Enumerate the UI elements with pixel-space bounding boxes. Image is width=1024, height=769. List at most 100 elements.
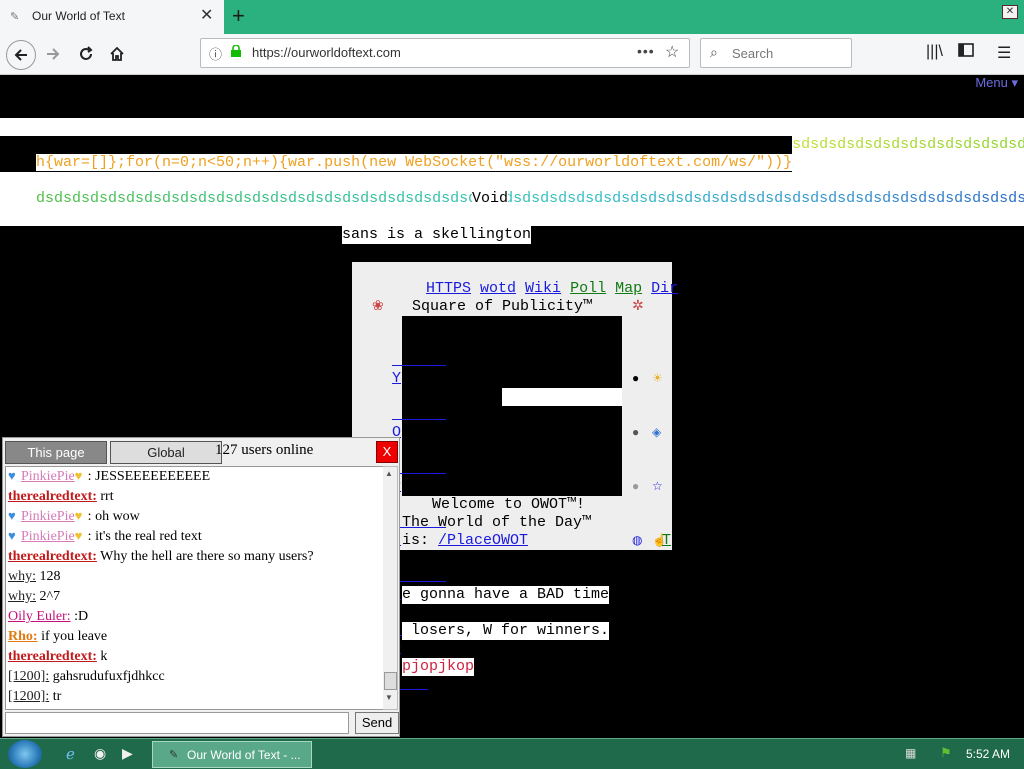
chat-message-text: 128 xyxy=(39,569,61,584)
welcome-line: Welcome to OWOT™! xyxy=(432,496,586,513)
scroll-up-icon[interactable]: ▲ xyxy=(385,469,393,478)
search-placeholder: Search xyxy=(732,46,774,61)
send-button[interactable]: Send xyxy=(355,712,399,734)
reload-button[interactable] xyxy=(72,40,100,68)
chat-nickname[interactable]: PinkiePie xyxy=(21,529,75,544)
hamburger-menu-icon[interactable]: ☰ xyxy=(997,43,1011,63)
search-input[interactable]: ⌕ Search xyxy=(700,38,852,68)
users-online-count: 127 users online xyxy=(215,442,314,458)
ds-line-bottom: dsdsdsdsdsdsdsdsdsdsdsdsdsdsdsdsdsdsdsds… xyxy=(0,172,1024,226)
chat-nickname[interactable]: therealredtext: xyxy=(8,549,97,564)
yellow-heart-icon: ♥ xyxy=(74,528,83,543)
letter-link[interactable]: O xyxy=(392,424,446,442)
navigation-toolbar: ⓘ https://ourworldoftext.com ••• ☆ ⌕ Sea… xyxy=(0,34,1024,75)
wotd-line: The World of the Day™ xyxy=(402,514,592,531)
chat-message: [1200]: tr xyxy=(6,687,384,707)
chat-message-text: rrt xyxy=(100,489,114,504)
library-icon[interactable]: |||\ xyxy=(926,43,943,61)
bookmark-star-icon[interactable]: ☆ xyxy=(665,42,679,62)
sidebar-icon[interactable] xyxy=(958,43,974,62)
letter-link[interactable]: Y xyxy=(392,370,446,388)
chat-nickname[interactable]: PinkiePie xyxy=(21,509,75,524)
nick-colon: : xyxy=(87,529,92,544)
url-text[interactable]: https://ourworldoftext.com xyxy=(252,45,401,60)
home-button[interactable] xyxy=(103,40,131,68)
close-tab-icon[interactable]: ✕ xyxy=(200,5,213,25)
yellow-heart-icon: ♥ xyxy=(74,468,83,483)
chat-message: therealredtext: Why the hell are there s… xyxy=(6,547,384,567)
chat-message-text: JESSEEEEEEEEEE xyxy=(95,469,211,484)
diamond-icon[interactable]: ◈ xyxy=(652,424,695,442)
tab-global[interactable]: Global xyxy=(110,441,222,464)
chat-message-text: 2^7 xyxy=(39,589,61,604)
site-favicon-icon: ✎ xyxy=(10,11,20,23)
sparkle-icon: ✲ xyxy=(632,299,644,315)
star-icon[interactable]: ☆ xyxy=(652,478,695,496)
pointer-icon[interactable]: ☝ xyxy=(652,532,695,550)
chat-message-text: k xyxy=(100,649,108,664)
site-info-icon[interactable]: ⓘ xyxy=(209,44,222,63)
start-button[interactable] xyxy=(8,740,42,768)
tab-this-page[interactable]: This page xyxy=(5,441,107,464)
link-wiki[interactable]: Wiki xyxy=(525,280,561,297)
pjop-text: pjopjkop xyxy=(402,658,475,676)
explorer-icon[interactable]: ◉ xyxy=(94,745,106,762)
link-poll[interactable]: Poll xyxy=(570,280,606,297)
nick-colon: : xyxy=(87,469,92,484)
task-icon: ✎ xyxy=(169,749,179,761)
close-chat-button[interactable]: X xyxy=(376,441,398,463)
chat-input[interactable] xyxy=(5,712,349,734)
link-https[interactable]: HTTPS xyxy=(426,280,471,297)
chat-message: therealredtext: rrt xyxy=(6,487,384,507)
link-map[interactable]: Map xyxy=(615,280,642,297)
address-bar[interactable]: ⓘ https://ourworldoftext.com ••• ☆ xyxy=(200,38,690,68)
tag-icon: ❀ xyxy=(372,299,384,315)
network-icon[interactable]: ⚑ xyxy=(940,745,952,761)
chat-message: therealredtext: k xyxy=(6,647,384,667)
chat-message: why: 128 xyxy=(6,567,384,587)
scroll-thumb[interactable] xyxy=(384,672,397,690)
letter-link[interactable]: P xyxy=(392,478,446,496)
square-title: Square of Publicity™ xyxy=(412,298,593,315)
chat-message: Rho: if you leave xyxy=(6,627,384,647)
chat-nickname[interactable]: [1200]: xyxy=(8,689,49,704)
link-wotd[interactable]: wotd xyxy=(480,280,516,297)
clock[interactable]: 5:52 AM xyxy=(966,747,1010,761)
keyboard-icon[interactable]: ▦ xyxy=(905,746,916,760)
taskbar: ℯ ◉ ▶ ✎ Our World of Text - ... ▦ ⚑ 5:52… xyxy=(0,738,1024,769)
link-dir[interactable]: Dir xyxy=(651,280,678,297)
chat-nickname[interactable]: Oily Euler: xyxy=(8,609,71,624)
search-icon: ⌕ xyxy=(710,44,718,60)
ie-icon[interactable]: ℯ xyxy=(66,745,75,763)
menu-button[interactable]: Menu ▾ xyxy=(975,75,1018,91)
chat-nickname[interactable]: why: xyxy=(8,589,36,604)
chat-log[interactable]: ♥ PinkiePie♥: JESSEEEEEEEEEE therealredtex… xyxy=(5,466,385,710)
chat-nickname[interactable]: [1200]: xyxy=(8,669,49,684)
sun-icon[interactable]: ☀ xyxy=(652,370,695,388)
chat-message-text: oh wow xyxy=(95,509,140,524)
chat-message-text: if you leave xyxy=(41,629,108,644)
world-canvas[interactable]: Menu ▾ sdsdsdsdsdsdsdsdsdsdsdsdsdsdsdsds… xyxy=(0,75,1024,738)
wotd-trail[interactable]: T xyxy=(662,532,671,550)
chat-window: This page Global 127 users online X ♥ Pin… xyxy=(2,437,400,737)
chat-scrollbar[interactable]: ▲ ▼ xyxy=(383,466,398,710)
chat-nickname[interactable]: therealredtext: xyxy=(8,649,97,664)
chat-message-text: tr xyxy=(52,689,62,704)
taskbar-task-owot[interactable]: ✎ Our World of Text - ... xyxy=(152,741,312,768)
browser-tab[interactable]: ✎ Our World of Text ✕ xyxy=(0,0,224,34)
task-label: Our World of Text - ... xyxy=(187,748,301,762)
lock-icon xyxy=(231,45,241,57)
new-tab-button[interactable]: + xyxy=(232,4,245,28)
page-actions-icon[interactable]: ••• xyxy=(637,43,655,59)
media-player-icon[interactable]: ▶ xyxy=(122,745,133,762)
chat-nickname[interactable]: PinkiePie xyxy=(21,469,75,484)
forward-button[interactable] xyxy=(39,40,67,68)
window-close-button[interactable]: ✕ xyxy=(1002,5,1018,19)
chat-nickname[interactable]: why: xyxy=(8,569,36,584)
letter-link[interactable]: D xyxy=(392,640,446,658)
chat-nickname[interactable]: Rho: xyxy=(8,629,38,644)
wotd-link[interactable]: /PlaceOWOT xyxy=(438,532,528,549)
scroll-down-icon[interactable]: ▼ xyxy=(385,693,393,702)
back-button[interactable] xyxy=(6,40,36,70)
chat-nickname[interactable]: therealredtext: xyxy=(8,489,97,504)
